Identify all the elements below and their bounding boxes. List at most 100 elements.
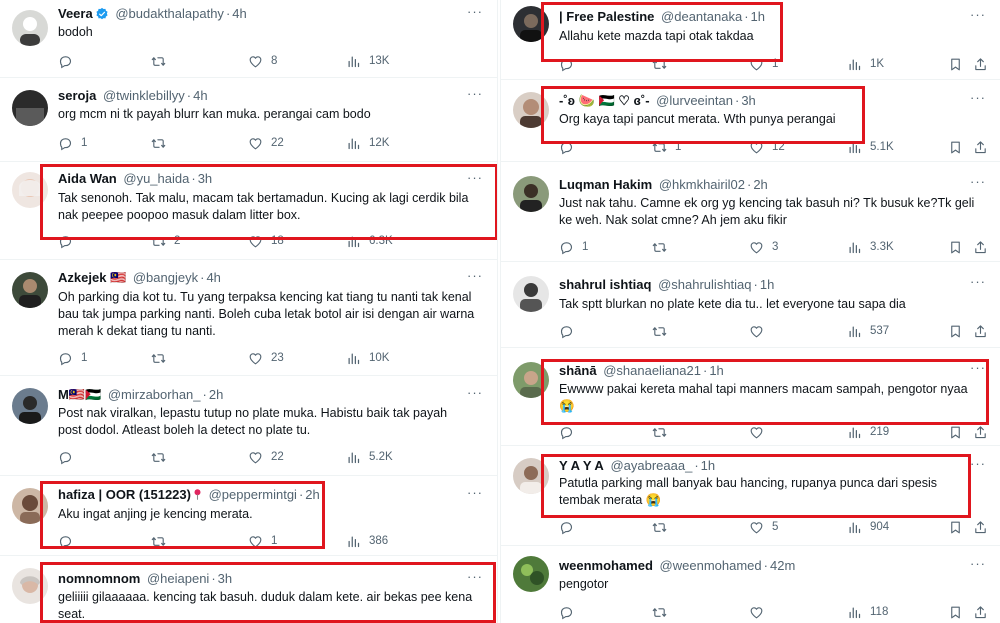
more-icon[interactable]: ··· [968, 456, 988, 474]
views-button[interactable]: 12K [346, 134, 389, 152]
display-name[interactable]: weenmohamed [559, 558, 653, 573]
user-handle[interactable]: @twinklebillyy [103, 88, 185, 103]
share-button[interactable] [973, 322, 988, 340]
display-name[interactable]: shahrul ishtiaq [559, 277, 651, 292]
tweet[interactable]: nomnomnom @heiapeni·3h ··· geliiiii gila… [0, 556, 497, 623]
more-icon[interactable]: ··· [465, 385, 485, 403]
timestamp[interactable]: 1h [751, 9, 765, 24]
like-button[interactable]: 3 [749, 238, 778, 256]
avatar[interactable] [12, 90, 48, 126]
user-handle[interactable]: @lurveeintan [656, 93, 733, 108]
timestamp[interactable]: 42m [770, 558, 795, 573]
reply-button[interactable] [559, 518, 582, 536]
display-name[interactable]: shānā [559, 363, 597, 378]
user-handle[interactable]: @budakthalapathy [115, 6, 224, 21]
tweet[interactable]: weenmohamed @weenmohamed·42m ··· pengoto… [501, 546, 1000, 623]
more-icon[interactable]: ··· [465, 4, 485, 22]
more-icon[interactable]: ··· [465, 569, 485, 587]
more-icon[interactable]: ··· [968, 274, 988, 292]
avatar[interactable] [12, 568, 48, 604]
bookmark-button[interactable] [948, 518, 963, 536]
user-handle[interactable]: @shahrulishtiaq [658, 277, 751, 292]
avatar[interactable] [513, 6, 549, 42]
retweet-button[interactable] [652, 423, 675, 441]
share-button[interactable] [973, 518, 988, 536]
reply-button[interactable] [559, 423, 582, 441]
bookmark-button[interactable] [948, 603, 963, 621]
user-handle[interactable]: @shanaeliana21 [603, 363, 701, 378]
reply-button[interactable] [58, 448, 81, 466]
like-button[interactable]: 22 [248, 448, 284, 466]
user-handle[interactable]: @ayabreaaa_ [610, 458, 692, 473]
timestamp[interactable]: 4h [193, 88, 207, 103]
display-name[interactable]: | Free Palestine [559, 9, 654, 24]
views-button[interactable]: 118 [847, 603, 888, 621]
share-button[interactable] [973, 423, 988, 441]
tweet[interactable]: shahrul ishtiaq @shahrulishtiaq·1h ··· T… [501, 262, 1000, 348]
avatar[interactable] [12, 10, 48, 46]
tweet[interactable]: | Free Palestine @deantanaka·1h ··· Alla… [501, 0, 1000, 80]
tweet[interactable]: M🇲🇾🇵🇸 @mirzaborhan_·2h ··· Post nak vira… [0, 376, 497, 476]
views-button[interactable]: 5.1K [847, 138, 894, 156]
like-button[interactable] [749, 423, 772, 441]
avatar[interactable] [513, 362, 549, 398]
views-button[interactable]: 219 [847, 423, 889, 441]
like-button[interactable]: 8 [248, 52, 277, 70]
share-button[interactable] [973, 138, 988, 156]
avatar[interactable] [513, 458, 549, 494]
bookmark-button[interactable] [948, 322, 963, 340]
display-name[interactable]: Azkejek 🇲🇾 [58, 270, 126, 285]
timestamp[interactable]: 2h [305, 487, 319, 502]
display-name[interactable]: seroja [58, 88, 96, 103]
more-icon[interactable]: ··· [465, 170, 485, 188]
more-icon[interactable]: ··· [968, 556, 988, 574]
avatar[interactable] [513, 556, 549, 592]
display-name[interactable]: nomnomnom [58, 571, 140, 586]
bookmark-button[interactable] [948, 138, 963, 156]
avatar[interactable] [513, 176, 549, 212]
views-button[interactable]: 5.2K [346, 448, 393, 466]
bookmark-button[interactable] [948, 423, 963, 441]
retweet-button[interactable]: 1 [652, 138, 681, 156]
like-button[interactable]: 23 [248, 349, 284, 367]
retweet-button[interactable] [151, 134, 174, 152]
share-button[interactable] [973, 55, 988, 73]
user-handle[interactable]: @deantanaka [661, 9, 742, 24]
avatar[interactable] [513, 92, 549, 128]
timestamp[interactable]: 2h [753, 177, 767, 192]
display-name[interactable]: Luqman Hakim [559, 177, 652, 192]
more-icon[interactable]: ··· [968, 90, 988, 108]
avatar[interactable] [12, 488, 48, 524]
reply-button[interactable] [58, 52, 81, 70]
retweet-button[interactable] [652, 322, 675, 340]
tweet[interactable]: -˚ʚ 🍉 🇵🇸 ♡ ɞ˚- @lurveeintan·3h ··· Org k… [501, 80, 1000, 162]
tweet[interactable]: Azkejek 🇲🇾 @bangjeyk·4h ··· Oh parking d… [0, 260, 497, 376]
like-button[interactable] [749, 322, 772, 340]
share-button[interactable] [973, 238, 988, 256]
more-icon[interactable]: ··· [968, 7, 988, 25]
views-button[interactable]: 904 [847, 518, 889, 536]
user-handle[interactable]: @peppermintgi [209, 487, 297, 502]
reply-button[interactable]: 1 [58, 134, 87, 152]
more-icon[interactable]: ··· [465, 268, 485, 286]
like-button[interactable]: 12 [749, 138, 785, 156]
retweet-button[interactable] [652, 603, 675, 621]
more-icon[interactable]: ··· [968, 174, 988, 192]
user-handle[interactable]: @mirzaborhan_ [108, 387, 201, 402]
timestamp[interactable]: 4h [232, 6, 246, 21]
like-button[interactable] [749, 603, 772, 621]
more-icon[interactable]: ··· [465, 86, 485, 104]
timestamp[interactable]: 2h [209, 387, 223, 402]
display-name[interactable]: Y A Y A [559, 458, 604, 473]
user-handle[interactable]: @weenmohamed [660, 558, 762, 573]
timestamp[interactable]: 4h [206, 270, 220, 285]
retweet-button[interactable] [652, 55, 675, 73]
timestamp[interactable]: 3h [218, 571, 232, 586]
tweet[interactable]: Luqman Hakim @hkmkhairil02·2h ··· Just n… [501, 162, 1000, 262]
like-button[interactable]: 1 [248, 532, 277, 550]
bookmark-button[interactable] [948, 238, 963, 256]
views-button[interactable]: 1K [847, 55, 884, 73]
display-name[interactable]: hafiza | OOR (151223) [58, 487, 191, 502]
tweet[interactable]: Y A Y A @ayabreaaa_·1h ··· Patutla parki… [501, 446, 1000, 546]
reply-button[interactable] [559, 322, 582, 340]
